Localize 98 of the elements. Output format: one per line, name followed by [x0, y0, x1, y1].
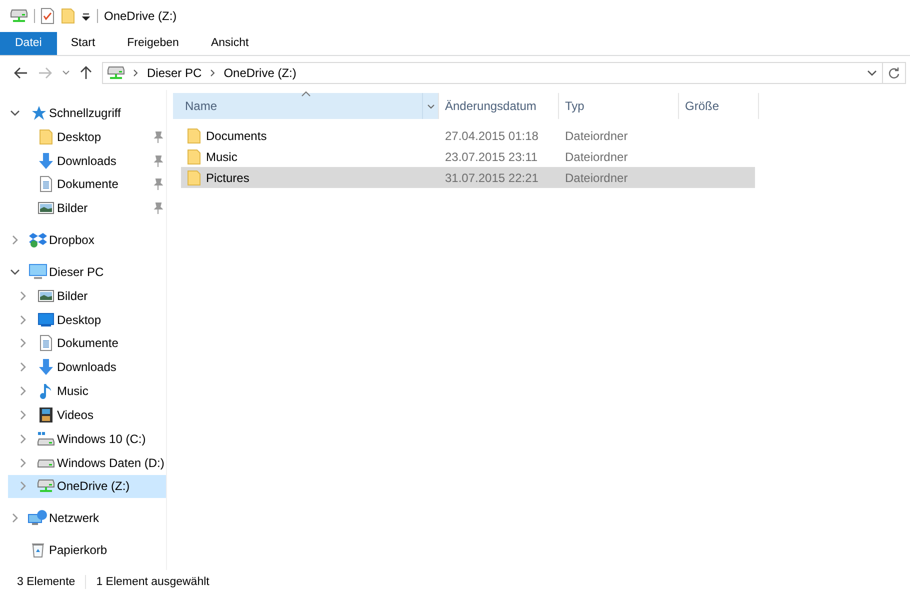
picture-icon	[38, 202, 54, 214]
chevron-down-icon	[426, 104, 434, 108]
chevron-right-icon	[18, 481, 28, 492]
chevron-right-icon	[18, 458, 28, 468]
folder-icon	[187, 148, 201, 164]
chevron-right-icon	[10, 235, 20, 246]
chevron-down-icon	[10, 108, 20, 118]
modified-date: 23.07.2015 23:11	[445, 150, 538, 164]
chevron-right-icon	[10, 513, 20, 524]
chevron-right-icon	[18, 290, 28, 301]
chevron-right-icon	[18, 338, 28, 348]
tree-item[interactable]: Dokumente	[8, 172, 166, 196]
window-title: OneDrive (Z:)	[104, 9, 177, 23]
tree-item[interactable]: Downloads	[8, 355, 166, 380]
chevron-right-icon	[18, 410, 28, 420]
tree-item[interactable]: Downloads	[8, 148, 166, 173]
sort-caret-icon	[300, 91, 310, 97]
pin-icon	[153, 202, 163, 214]
chevron-right-icon	[18, 434, 28, 444]
chevron-down-icon	[867, 70, 877, 76]
column-header[interactable]: Typ	[559, 93, 679, 119]
file-type: Dateiordner	[565, 150, 628, 164]
folder-icon	[61, 8, 75, 24]
tree-item[interactable]: Schnellzugriff	[8, 101, 166, 125]
refresh-button[interactable]	[883, 62, 906, 84]
tree-item[interactable]: Dieser PC	[8, 260, 166, 284]
download-arrow-icon	[38, 152, 54, 169]
folder-icon	[187, 128, 201, 144]
up-arrow-icon	[80, 66, 92, 80]
ribbon-tab[interactable]: Ansicht	[196, 32, 263, 55]
music-note-icon	[40, 383, 52, 400]
monitor-icon	[38, 312, 54, 327]
chevron-down-icon	[10, 266, 20, 277]
network-drive-icon	[10, 9, 28, 23]
tree-item[interactable]: Videos	[8, 403, 166, 427]
tree-item[interactable]: Dokumente	[8, 332, 166, 356]
chevron-right-icon	[210, 69, 216, 77]
refresh-icon	[888, 67, 900, 79]
chevron-right-icon	[18, 386, 28, 396]
column-header[interactable]: Größe	[679, 93, 759, 119]
film-icon	[39, 406, 53, 423]
drive-icon	[37, 458, 55, 468]
file-name: Documents	[206, 128, 267, 142]
tree-item[interactable]: Bilder	[8, 284, 166, 308]
recycle-bin-icon	[31, 542, 45, 558]
tree-item[interactable]: Bilder	[8, 196, 166, 220]
checklist-icon	[41, 8, 55, 24]
address-bar[interactable]: Dieser PC OneDrive (Z:)	[102, 62, 883, 84]
file-type: Dateiordner	[565, 128, 628, 142]
tree-item[interactable]: Windows 10 (C:)	[8, 426, 166, 451]
file-name: Music	[206, 150, 238, 164]
file-row[interactable]: Pictures 31.07.2015 22:21 Dateiordner	[181, 167, 755, 188]
breadcrumb[interactable]: OneDrive (Z:)	[224, 66, 296, 80]
chevron-down-icon	[62, 70, 70, 76]
chevron-right-icon	[18, 362, 28, 372]
pin-icon	[153, 154, 163, 167]
tree-item[interactable]: Desktop	[8, 124, 166, 149]
document-icon	[40, 176, 52, 192]
pin-icon	[153, 178, 163, 190]
picture-icon	[38, 290, 54, 302]
chevron-right-icon	[18, 314, 28, 325]
tree-item[interactable]: Windows Daten (D:)	[8, 450, 166, 475]
column-header[interactable]: Name	[173, 93, 439, 119]
tree-item[interactable]: Papierkorb	[8, 538, 166, 562]
download-arrow-icon	[38, 359, 54, 376]
tree-item[interactable]: OneDrive (Z:)	[8, 474, 166, 498]
tree-item[interactable]: Netzwerk	[8, 506, 166, 530]
file-name: Pictures	[206, 170, 250, 184]
breadcrumb[interactable]: Dieser PC	[147, 66, 202, 80]
file-row[interactable]: Music 23.07.2015 23:11 Dateiordner	[181, 146, 755, 167]
network-drive-icon	[107, 66, 125, 80]
computer-icon	[29, 264, 47, 280]
dropdown-arrow-icon	[81, 11, 91, 21]
ribbon-tab[interactable]: Datei	[0, 32, 57, 55]
dropbox-icon	[29, 232, 47, 248]
folder-icon	[39, 128, 53, 145]
modified-date: 31.07.2015 22:21	[445, 170, 538, 184]
column-header[interactable]: Änderungsdatum	[439, 93, 559, 119]
star-icon	[30, 104, 46, 121]
status-text: 3 Elemente	[17, 576, 76, 588]
back-arrow-icon	[14, 67, 28, 79]
document-icon	[40, 335, 52, 352]
modified-date: 27.04.2015 01:18	[445, 128, 538, 142]
network-drive-icon	[37, 479, 55, 494]
tree-item[interactable]: Music	[8, 379, 166, 404]
tree-item[interactable]: Dropbox	[8, 228, 166, 252]
file-type: Dateiordner	[565, 170, 628, 184]
chevron-right-icon	[133, 69, 139, 77]
drive-icon	[37, 432, 55, 446]
ribbon-tab[interactable]: Start	[56, 32, 110, 55]
folder-icon	[187, 170, 201, 186]
tree-item[interactable]: Desktop	[8, 308, 166, 332]
pin-icon	[153, 130, 163, 143]
file-row[interactable]: Documents 27.04.2015 01:18 Dateiordner	[181, 125, 755, 146]
ribbon-tab[interactable]: Freigeben	[113, 32, 193, 55]
status-text: 1 Element ausgewählt	[96, 576, 210, 588]
forward-arrow-icon	[38, 67, 52, 79]
network-icon	[28, 510, 48, 526]
